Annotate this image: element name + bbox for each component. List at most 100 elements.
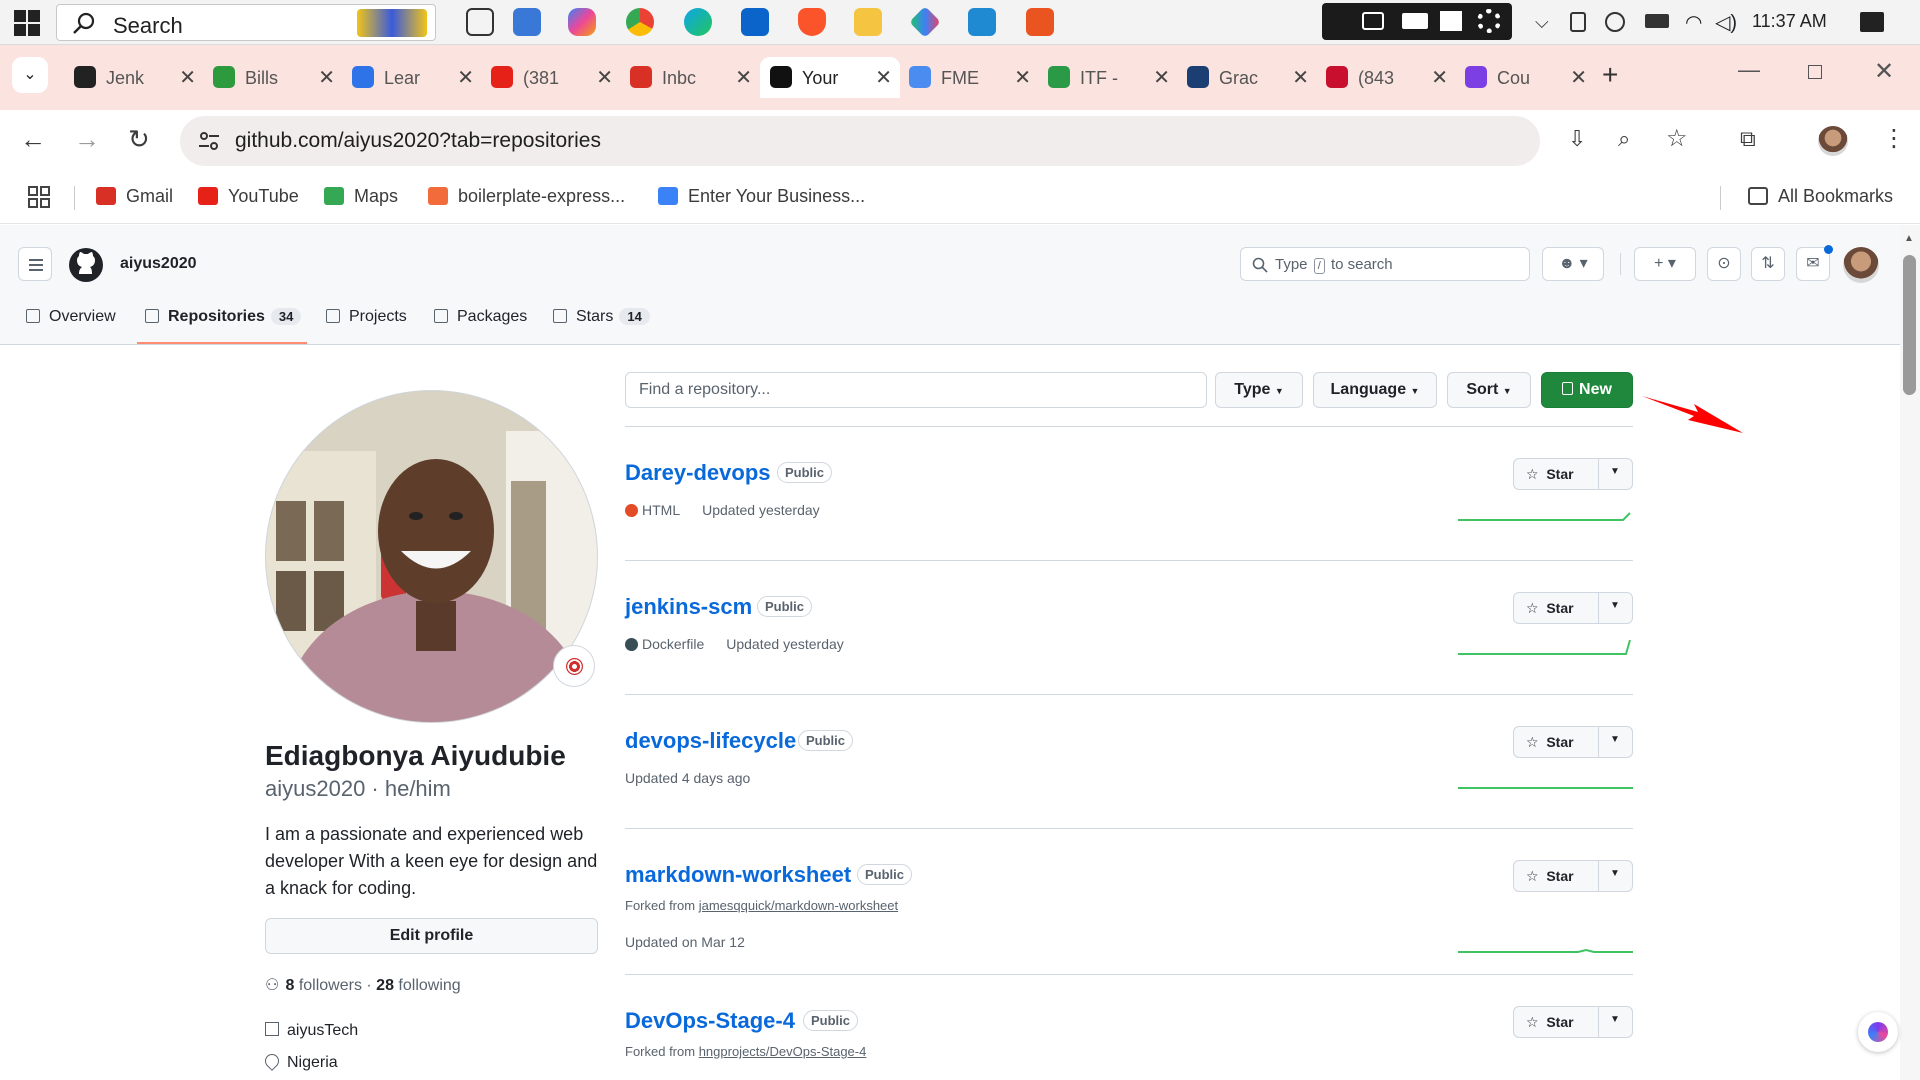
- repo-name-link[interactable]: devops-lifecycle: [625, 728, 796, 754]
- star-list-caret-icon[interactable]: ▼: [1610, 734, 1620, 745]
- close-tab-icon[interactable]: ✕: [179, 65, 196, 90]
- minimize-icon[interactable]: —: [1738, 57, 1760, 83]
- close-window-icon[interactable]: ✕: [1874, 57, 1894, 86]
- address-url[interactable]: github.com/aiyus2020?tab=repositories: [235, 129, 601, 153]
- chrome-profile-avatar[interactable]: [1818, 126, 1848, 156]
- browser-tab[interactable]: Jenk ✕: [64, 57, 204, 98]
- close-tab-icon[interactable]: ✕: [1570, 65, 1587, 90]
- repo-name-link[interactable]: jenkins-scm: [625, 594, 752, 620]
- forked-from-link[interactable]: hngprojects/DevOps-Stage-4: [699, 1044, 867, 1059]
- close-tab-icon[interactable]: ✕: [1014, 65, 1031, 90]
- chevron-up-icon[interactable]: ⌵: [1535, 12, 1549, 33]
- new-tab-icon[interactable]: +: [1602, 59, 1618, 91]
- browser-tab[interactable]: Bills ✕: [203, 57, 343, 98]
- hamburger-menu-icon[interactable]: [18, 247, 52, 281]
- close-tab-icon[interactable]: ✕: [318, 65, 335, 90]
- copilot-icon[interactable]: [568, 8, 596, 36]
- tab-repositories[interactable]: Repositories 34: [145, 308, 302, 326]
- brave-icon[interactable]: [798, 8, 826, 36]
- bookmark-item[interactable]: Maps: [324, 186, 398, 207]
- browser-tab[interactable]: (381 ✕: [481, 57, 621, 98]
- chrome-icon[interactable]: [626, 8, 654, 36]
- extensions-icon[interactable]: ⧉: [1740, 126, 1756, 152]
- file-explorer-icon[interactable]: [854, 8, 882, 36]
- repo-name-link[interactable]: markdown-worksheet: [625, 862, 851, 888]
- system-clock[interactable]: 11:37 AM: [1752, 11, 1827, 32]
- vscode-icon[interactable]: [968, 8, 996, 36]
- close-tab-icon[interactable]: ✕: [457, 65, 474, 90]
- star-list-caret-icon[interactable]: ▼: [1610, 1014, 1620, 1025]
- bookmark-star-icon[interactable]: ☆: [1666, 126, 1688, 152]
- address-bar[interactable]: github.com/aiyus2020?tab=repositories: [180, 116, 1540, 166]
- ubuntu-icon[interactable]: [1026, 8, 1054, 36]
- create-new-button[interactable]: + ▾: [1634, 247, 1696, 281]
- back-icon[interactable]: ←: [20, 126, 46, 152]
- windows-start-icon[interactable]: [14, 10, 40, 36]
- volume-icon[interactable]: ◁): [1715, 10, 1737, 35]
- browser-tab[interactable]: (843 ✕: [1316, 57, 1456, 98]
- sort-filter-button[interactable]: Sort ▼: [1447, 372, 1531, 408]
- star-button[interactable]: ☆ Star ▼: [1513, 592, 1633, 624]
- store-icon[interactable]: [513, 8, 541, 36]
- forward-icon[interactable]: →: [74, 126, 100, 152]
- browser-tab[interactable]: Your ✕: [760, 57, 900, 98]
- profile-avatar[interactable]: [265, 390, 598, 723]
- scrollbar-thumb[interactable]: [1903, 255, 1916, 395]
- browser-tab[interactable]: FME ✕: [899, 57, 1039, 98]
- tab-stars[interactable]: Stars 14: [553, 308, 650, 326]
- camera-icon[interactable]: [1362, 12, 1384, 30]
- close-tab-icon[interactable]: ✕: [1153, 65, 1170, 90]
- type-filter-button[interactable]: Type ▼: [1215, 372, 1303, 408]
- star-button[interactable]: ☆ Star ▼: [1513, 860, 1633, 892]
- task-view-icon[interactable]: [466, 8, 494, 36]
- apps-grid-icon[interactable]: [28, 186, 50, 208]
- star-button[interactable]: ☆ Star ▼: [1513, 458, 1633, 490]
- tab-overview[interactable]: Overview: [26, 308, 116, 326]
- browser-tab[interactable]: Inbc ✕: [620, 57, 760, 98]
- bookmark-item[interactable]: Gmail: [96, 186, 173, 207]
- close-tab-icon[interactable]: ✕: [735, 65, 752, 90]
- restore-icon[interactable]: [1808, 65, 1822, 79]
- scroll-up-icon[interactable]: ▲: [1904, 233, 1914, 244]
- user-avatar[interactable]: [1843, 247, 1879, 283]
- github-logo-icon[interactable]: [68, 247, 104, 283]
- issues-button[interactable]: ⊙: [1707, 247, 1741, 281]
- pull-requests-button[interactable]: ⇅: [1751, 247, 1785, 281]
- tab-packages[interactable]: Packages: [434, 308, 527, 326]
- video-icon[interactable]: [1402, 13, 1428, 29]
- window-capture-icon[interactable]: [1440, 11, 1462, 31]
- tab-search-chevron-icon[interactable]: ⌄: [12, 57, 48, 93]
- notifications-icon[interactable]: [1860, 12, 1884, 32]
- new-repository-button[interactable]: New: [1541, 372, 1633, 408]
- edit-profile-button[interactable]: Edit profile: [265, 918, 598, 954]
- star-button[interactable]: ☆ Star ▼: [1513, 1006, 1633, 1038]
- repo-name-link[interactable]: DevOps-Stage-4: [625, 1008, 795, 1034]
- bookmark-item[interactable]: Enter Your Business...: [658, 186, 865, 207]
- header-username[interactable]: aiyus2020: [120, 255, 197, 273]
- language-filter-button[interactable]: Language ▼: [1313, 372, 1437, 408]
- close-tab-icon[interactable]: ✕: [1431, 65, 1448, 90]
- star-button[interactable]: ☆ Star ▼: [1513, 726, 1633, 758]
- find-repository-input[interactable]: Find a repository...: [625, 372, 1207, 408]
- floating-extension-button[interactable]: [1858, 1012, 1898, 1052]
- browser-tab[interactable]: Cou ✕: [1455, 57, 1595, 98]
- github-search-input[interactable]: Type / to search: [1240, 247, 1530, 281]
- browser-tab[interactable]: ITF - ✕: [1038, 57, 1178, 98]
- bookmark-item[interactable]: YouTube: [198, 186, 299, 207]
- followers-link[interactable]: 8 followers: [285, 977, 362, 994]
- copilot-button[interactable]: ☻ ▾: [1542, 247, 1604, 281]
- browser-tab[interactable]: Grac ✕: [1177, 57, 1317, 98]
- taskbar-search-box[interactable]: Search: [56, 4, 436, 41]
- network-icon[interactable]: [1605, 12, 1625, 32]
- close-tab-icon[interactable]: ✕: [596, 65, 613, 90]
- close-tab-icon[interactable]: ✕: [875, 65, 892, 90]
- star-list-caret-icon[interactable]: ▼: [1610, 600, 1620, 611]
- browser-tab[interactable]: Lear ✕: [342, 57, 482, 98]
- zoom-icon[interactable]: ⌕: [1618, 126, 1630, 152]
- gear-icon[interactable]: [1477, 9, 1501, 33]
- bookmark-item[interactable]: boilerplate-express...: [428, 186, 625, 207]
- chrome-menu-icon[interactable]: ⋮: [1882, 126, 1906, 152]
- outlook-icon[interactable]: [741, 8, 769, 36]
- tab-projects[interactable]: Projects: [326, 308, 407, 326]
- reload-icon[interactable]: ↻: [128, 126, 150, 152]
